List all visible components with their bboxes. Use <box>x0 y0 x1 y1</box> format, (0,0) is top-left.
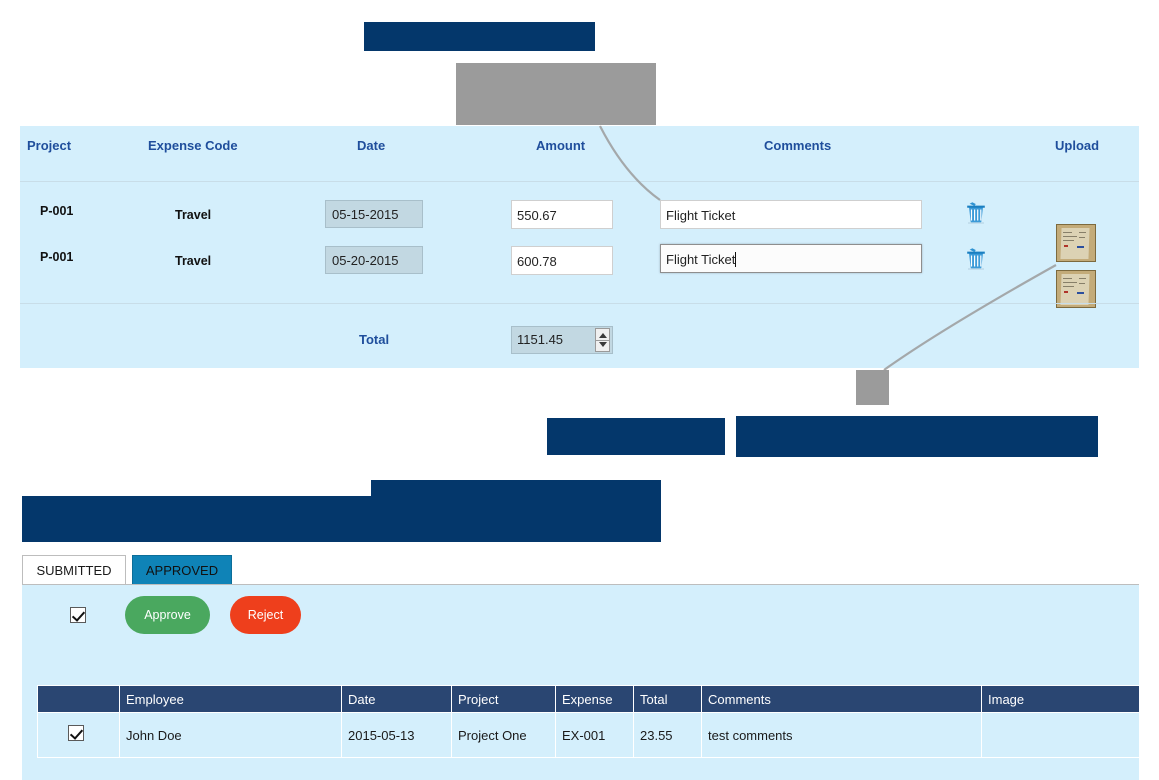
redaction-block-navy-1 <box>547 418 725 455</box>
cell-image <box>981 712 1140 758</box>
row-expense-code: Travel <box>175 208 212 222</box>
grid-col-total[interactable]: Total <box>633 685 702 713</box>
receipt-line <box>1063 282 1077 283</box>
cell-employee: John Doe <box>119 712 342 758</box>
redaction-block-navy-2 <box>736 416 1098 457</box>
row-select-cell[interactable] <box>37 712 120 758</box>
cell-expense: EX-001 <box>555 712 634 758</box>
redaction-block-gray-1 <box>456 63 656 125</box>
tab-submitted[interactable]: SUBMITTED <box>22 555 126 585</box>
expense-entry-panel: Project Expense Code Date Amount Comment… <box>20 126 1139 368</box>
receipt-line <box>1063 286 1074 287</box>
cell-comments: test comments <box>701 712 982 758</box>
reject-button[interactable]: Reject <box>230 596 301 634</box>
redaction-block-title <box>364 22 595 51</box>
receipt-mark <box>1077 292 1084 294</box>
header-upload: Upload <box>1055 138 1100 153</box>
approve-button[interactable]: Approve <box>125 596 210 634</box>
cell-total: 23.55 <box>633 712 702 758</box>
delete-row-button[interactable] <box>963 199 989 225</box>
approval-grid: Employee Date Project Expense Total Comm… <box>37 685 1140 758</box>
header-expense-code: Expense Code <box>148 138 238 153</box>
receipt-line <box>1079 232 1086 233</box>
row-project: P-001 <box>40 250 74 264</box>
grid-col-project[interactable]: Project <box>451 685 556 713</box>
cell-project: Project One <box>451 712 556 758</box>
total-spinner[interactable]: 1151.45 <box>511 326 613 354</box>
table-row[interactable]: John Doe 2015-05-13 Project One EX-001 2… <box>37 712 1140 758</box>
delete-row-button[interactable] <box>963 245 989 271</box>
comments-input[interactable]: Flight Ticket <box>660 244 922 273</box>
date-input[interactable]: 05-20-2015 <box>325 246 423 274</box>
cell-date: 2015-05-13 <box>341 712 452 758</box>
comments-input-text: Flight Ticket <box>666 252 736 267</box>
total-label: Total <box>359 332 390 347</box>
grid-col-employee[interactable]: Employee <box>119 685 342 713</box>
receipt-line <box>1079 283 1085 284</box>
row-expense-code: Travel <box>175 254 212 268</box>
grid-col-comments[interactable]: Comments <box>701 685 982 713</box>
select-all-checkbox[interactable] <box>70 607 86 623</box>
header-date: Date <box>357 138 386 153</box>
spinner-divider <box>596 340 609 341</box>
header-comments: Comments <box>764 138 832 153</box>
header-divider <box>20 181 1139 182</box>
row-checkbox[interactable] <box>68 725 84 741</box>
screen: Project Expense Code Date Amount Comment… <box>0 0 1159 780</box>
header-amount: Amount <box>536 138 586 153</box>
header-project: Project <box>27 138 72 153</box>
date-input[interactable]: 05-15-2015 <box>325 200 423 228</box>
spinner-up-icon[interactable] <box>599 333 607 338</box>
grid-col-select[interactable] <box>37 685 120 713</box>
redaction-block-gray-2 <box>856 370 889 405</box>
amount-input[interactable]: 600.78 <box>511 246 613 275</box>
grid-col-date[interactable]: Date <box>341 685 452 713</box>
tab-approved[interactable]: APPROVED <box>132 555 232 585</box>
receipt-line <box>1079 278 1086 279</box>
redaction-block-navy-4 <box>22 496 660 542</box>
comments-input[interactable]: Flight Ticket <box>660 200 922 229</box>
grid-col-expense[interactable]: Expense <box>555 685 634 713</box>
amount-input[interactable]: 550.67 <box>511 200 613 229</box>
receipt-line <box>1063 232 1072 233</box>
row-project: P-001 <box>40 204 74 218</box>
tab-bar: SUBMITTED APPROVED <box>22 555 1139 585</box>
receipt-line <box>1063 278 1072 279</box>
trash-icon <box>967 248 985 270</box>
spinner-arrows[interactable] <box>595 328 610 352</box>
grid-col-image[interactable]: Image <box>981 685 1140 713</box>
receipt-mark <box>1064 291 1068 293</box>
expense-row: P-001 Travel 05-20-2015 600.78 Flight Ti… <box>20 234 1139 308</box>
total-value: 1151.45 <box>517 332 564 347</box>
trash-icon <box>967 202 985 224</box>
total-divider <box>20 303 1139 304</box>
spinner-down-icon[interactable] <box>599 342 607 347</box>
expense-table-header: Project Expense Code Date Amount Comment… <box>20 126 1139 181</box>
grid-header-row: Employee Date Project Expense Total Comm… <box>37 685 1140 713</box>
text-caret <box>735 252 737 267</box>
